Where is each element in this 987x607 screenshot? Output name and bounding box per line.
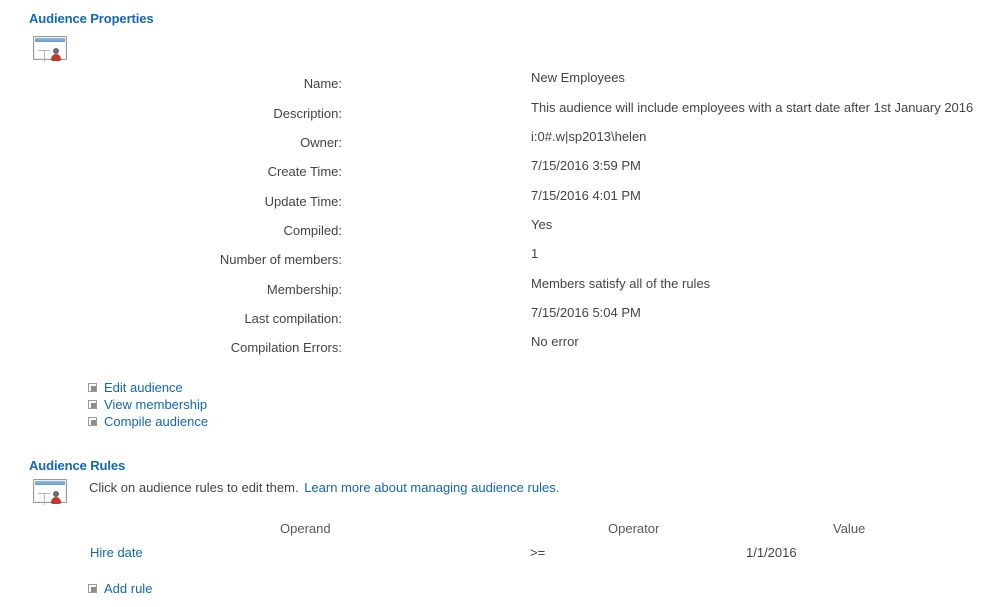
- action-compile-audience[interactable]: Compile audience: [88, 413, 208, 430]
- action-label[interactable]: Compile audience: [104, 414, 208, 429]
- property-value: i:0#.w|sp2013\helen: [531, 129, 647, 144]
- property-label: Membership:: [266, 282, 342, 297]
- property-value: No error: [531, 334, 579, 349]
- rule-operand-link[interactable]: Hire date: [90, 545, 143, 560]
- column-header-operator: Operator: [608, 521, 660, 536]
- property-row-description: Description: This audience will include …: [0, 100, 987, 130]
- property-row-last-compilation: Last compilation: 7/15/2016 5:04 PM: [0, 305, 987, 335]
- audience-actions: Edit audience View membership Compile au…: [88, 379, 208, 430]
- add-rule-label[interactable]: Add rule: [104, 581, 152, 596]
- column-header-value: Value: [833, 521, 866, 536]
- property-row-compilation-errors: Compilation Errors: No error: [0, 334, 987, 364]
- property-label: Compiled:: [283, 223, 342, 238]
- square-bullet-icon: [88, 400, 97, 409]
- property-label: Owner:: [300, 135, 342, 150]
- property-row-number-of-members: Number of members: 1: [0, 246, 987, 276]
- action-label[interactable]: Edit audience: [104, 380, 183, 395]
- icon-vline: [44, 493, 45, 505]
- property-value: 1: [531, 246, 539, 261]
- square-bullet-icon: [88, 584, 97, 593]
- property-row-name: Name: New Employees: [0, 70, 987, 100]
- property-label: Last compilation:: [244, 311, 342, 326]
- property-label: Description:: [273, 106, 342, 121]
- table-row: Hire date >= 1/1/2016: [0, 545, 987, 571]
- action-view-membership[interactable]: View membership: [88, 396, 208, 413]
- add-rule-action[interactable]: Add rule: [88, 580, 152, 597]
- property-label: Number of members:: [219, 252, 342, 267]
- property-row-update-time: Update Time: 7/15/2016 4:01 PM: [0, 188, 987, 218]
- property-row-create-time: Create Time: 7/15/2016 3:59 PM: [0, 158, 987, 188]
- audience-properties-page: Audience Properties Name: New Employees …: [0, 0, 987, 607]
- icon-body: [35, 42, 65, 62]
- property-label: Compilation Errors:: [230, 340, 342, 355]
- rules-intro: Click on audience rules to edit them. Le…: [89, 480, 559, 495]
- square-bullet-icon: [88, 383, 97, 392]
- rules-intro-text: Click on audience rules to edit them.: [89, 480, 299, 495]
- square-bullet-icon: [88, 417, 97, 426]
- property-value: This audience will include employees wit…: [531, 100, 974, 115]
- column-header-operand: Operand: [280, 521, 331, 536]
- property-value: 7/15/2016 5:04 PM: [531, 305, 641, 320]
- property-value: 7/15/2016 3:59 PM: [531, 158, 641, 173]
- audience-icon: [33, 36, 67, 62]
- icon-body: [35, 485, 65, 505]
- page-title: Audience Properties: [29, 11, 154, 26]
- property-row-membership: Membership: Members satisfy all of the r…: [0, 276, 987, 306]
- learn-more-link[interactable]: Learn more about managing audience rules…: [304, 480, 559, 495]
- rule-operator-cell: >=: [530, 545, 546, 560]
- icon-vline: [44, 50, 45, 62]
- rule-value-cell: 1/1/2016: [746, 545, 797, 560]
- property-value: Yes: [531, 217, 553, 232]
- rule-operand-cell[interactable]: Hire date: [90, 545, 143, 560]
- action-edit-audience[interactable]: Edit audience: [88, 379, 208, 396]
- property-value: New Employees: [531, 70, 625, 85]
- property-row-owner: Owner: i:0#.w|sp2013\helen: [0, 129, 987, 159]
- action-label[interactable]: View membership: [104, 397, 207, 412]
- property-label: Name:: [303, 76, 342, 91]
- property-row-compiled: Compiled: Yes: [0, 217, 987, 247]
- icon-person-body: [51, 54, 61, 61]
- property-value: Members satisfy all of the rules: [531, 276, 711, 291]
- audience-rules-title: Audience Rules: [29, 458, 126, 473]
- icon-person-body: [51, 497, 61, 504]
- property-value: 7/15/2016 4:01 PM: [531, 188, 641, 203]
- property-label: Create Time:: [267, 164, 342, 179]
- property-label: Update Time:: [264, 194, 342, 209]
- audience-icon: [33, 479, 67, 505]
- table-header-row: Operand Operator Value: [0, 521, 987, 545]
